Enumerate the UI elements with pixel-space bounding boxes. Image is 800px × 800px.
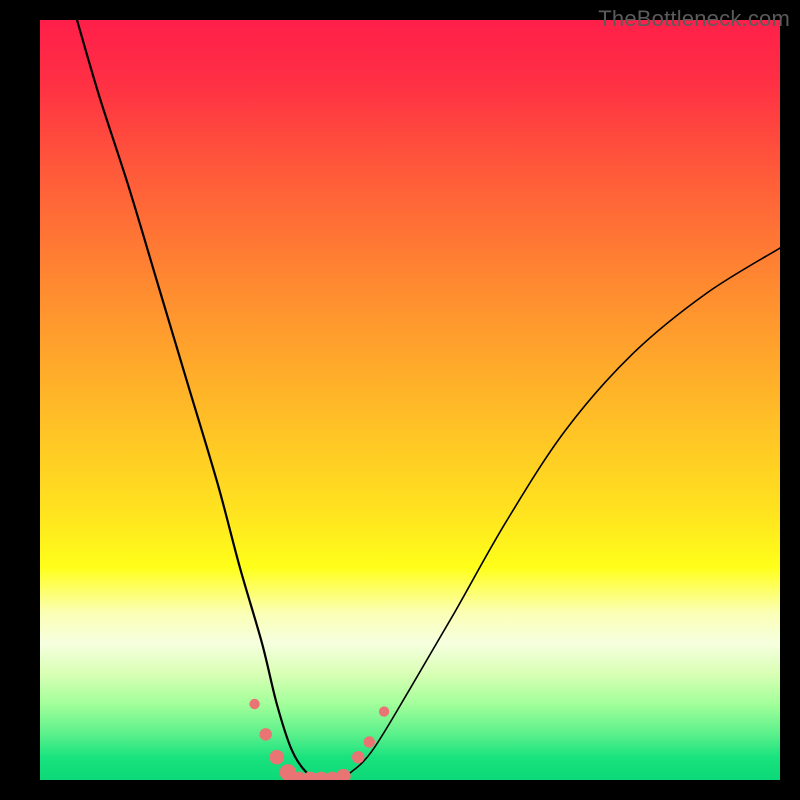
curves-layer: [40, 20, 780, 780]
data-marker: [364, 736, 375, 747]
data-marker: [270, 750, 285, 765]
data-marker: [352, 751, 364, 763]
series-right-branch: [336, 248, 780, 780]
data-marker: [379, 706, 389, 716]
data-marker: [259, 728, 271, 740]
chart-frame: TheBottleneck.com: [0, 0, 800, 800]
data-marker: [249, 699, 259, 709]
plot-area: [40, 20, 780, 780]
series-left-branch: [77, 20, 336, 780]
watermark-text: TheBottleneck.com: [598, 6, 790, 32]
data-marker: [336, 769, 351, 780]
